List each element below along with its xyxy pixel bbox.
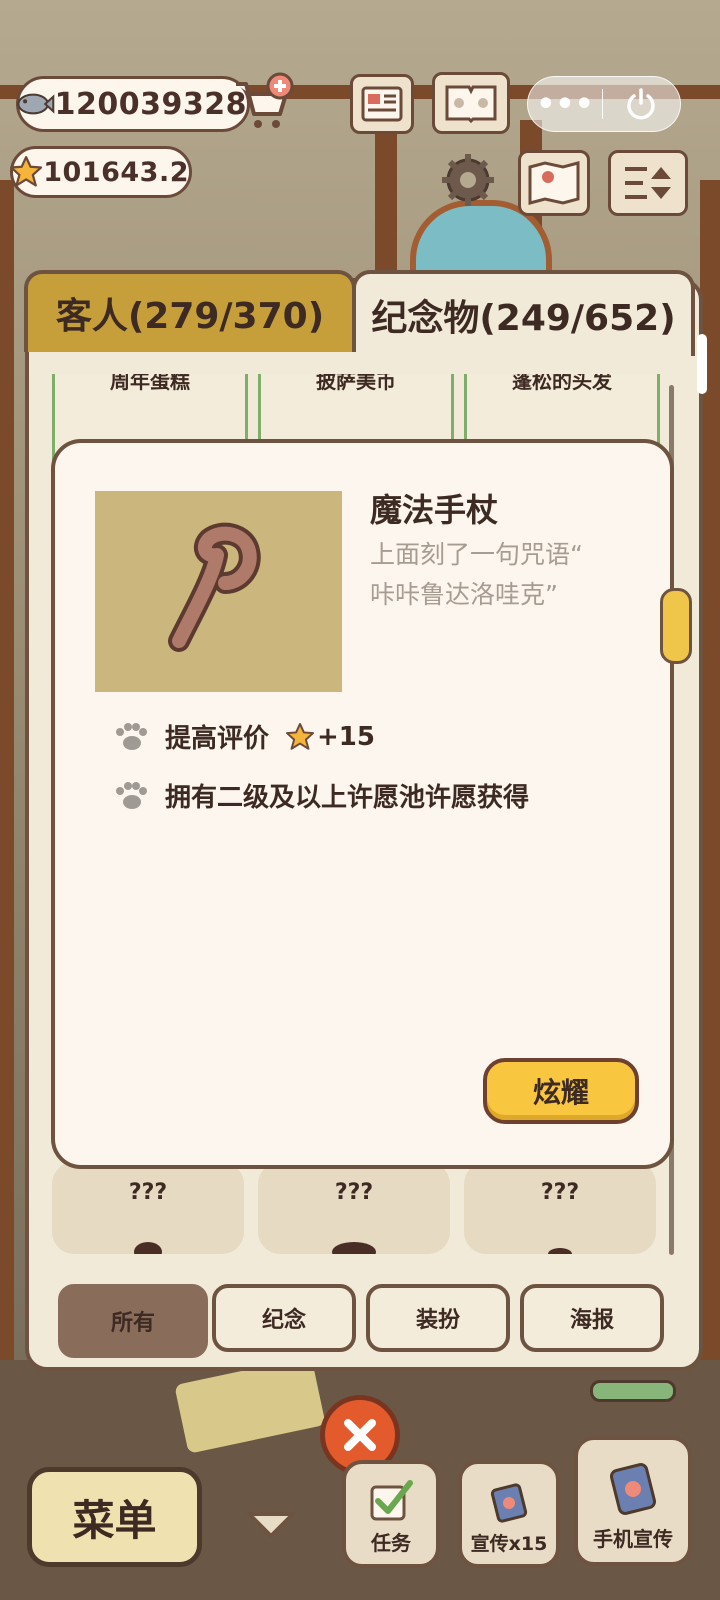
locked-souvenir-card[interactable]: ??? <box>258 1162 450 1254</box>
filter-costume-label: 装扮 <box>415 1308 460 1333</box>
promo-card-icon <box>490 1483 528 1523</box>
star-currency-pill: 101643.2 <box>10 146 192 198</box>
filter-costume[interactable]: 装扮 <box>366 1284 510 1352</box>
power-icon <box>627 88 655 120</box>
tasks-button[interactable]: 任务 <box>342 1460 440 1568</box>
filter-all[interactable]: 所有 <box>58 1284 208 1358</box>
newspaper-icon <box>361 86 403 122</box>
effect-rating-text: 提高评价 <box>165 724 270 754</box>
item-title: 魔法手杖 <box>370 491 499 529</box>
fish-amount: 120039328 <box>54 86 247 122</box>
promo-button[interactable]: 宣传x15 <box>458 1460 560 1568</box>
locked-card-label: ??? <box>128 1180 168 1205</box>
locked-card-label: ??? <box>334 1180 374 1205</box>
settings-button[interactable] <box>440 152 496 208</box>
effect-row-source: 拥有二级及以上许愿池许愿获得 <box>113 777 529 814</box>
promo-label: 宣传x15 <box>470 1533 548 1555</box>
locked-souvenir-card[interactable]: ??? <box>464 1162 656 1254</box>
guestbook-button[interactable] <box>432 72 510 134</box>
item-description: 上面刻了一句咒语“ 咔咔鲁达洛哇克” <box>370 535 660 615</box>
tab-guests[interactable]: 客人(279/370) <box>24 270 356 352</box>
effect-source-text: 拥有二级及以上许愿池许愿获得 <box>165 783 530 813</box>
filter-souvenir[interactable]: 纪念 <box>212 1284 356 1352</box>
fish-icon <box>17 93 55 115</box>
fish-currency-pill: 120039328 <box>16 76 250 132</box>
side-indicator <box>697 334 707 394</box>
tab-guests-label: 客人(279/370) <box>55 296 325 337</box>
map-icon <box>528 161 580 205</box>
phone-promo-label: 手机宣传 <box>593 1527 673 1551</box>
item-description-line: 上面刻了一句咒语“ <box>370 540 583 569</box>
phone-promo-button[interactable]: 手机宣传 <box>574 1436 692 1566</box>
star-icon <box>285 722 315 750</box>
miniprogram-capsule: ••• <box>527 76 681 132</box>
item-image <box>95 491 342 692</box>
star-icon <box>10 155 43 187</box>
side-drawer-handle[interactable] <box>660 588 692 664</box>
collapse-button[interactable] <box>245 1510 297 1540</box>
filter-all-label: 所有 <box>110 1311 155 1336</box>
grid-top-mask <box>30 352 670 374</box>
exit-button[interactable] <box>603 77 679 131</box>
tasks-label: 任务 <box>371 1531 411 1555</box>
checklist-icon <box>370 1480 413 1521</box>
tab-souvenirs-label: 纪念物(249/652) <box>371 298 676 339</box>
sort-button[interactable] <box>608 150 688 216</box>
shop-cart-button[interactable] <box>232 72 294 132</box>
close-icon <box>344 1419 376 1451</box>
gear-icon <box>442 154 494 206</box>
effect-row-rating: 提高评价 +15 <box>113 718 375 755</box>
show-off-label: 炫耀 <box>532 1076 589 1109</box>
sort-icon <box>625 167 671 199</box>
tab-souvenirs[interactable]: 纪念物(249/652) <box>352 270 695 356</box>
filter-souvenir-label: 纪念 <box>261 1308 306 1333</box>
locked-card-label: ??? <box>540 1180 580 1205</box>
more-dots-icon: ••• <box>536 86 594 122</box>
paw-icon <box>116 722 147 750</box>
silhouette-icon <box>134 1242 162 1254</box>
menu-label: 菜单 <box>72 1495 157 1545</box>
filter-poster[interactable]: 海报 <box>520 1284 664 1352</box>
chevron-down-icon <box>247 1512 295 1538</box>
map-button[interactable] <box>518 150 590 216</box>
more-options-button[interactable]: ••• <box>528 77 602 131</box>
star-amount: 101643.2 <box>43 156 189 188</box>
newspaper-button[interactable] <box>350 74 414 134</box>
filter-poster-label: 海报 <box>569 1308 614 1333</box>
paw-icon <box>116 781 147 809</box>
item-description-line: 咔咔鲁达洛哇克” <box>370 580 558 609</box>
locked-souvenir-card[interactable]: ??? <box>52 1162 244 1254</box>
silhouette-icon <box>332 1242 376 1254</box>
magic-staff-icon <box>168 522 261 652</box>
effect-rating-bonus: +15 <box>317 721 375 752</box>
show-off-button[interactable]: 炫耀 <box>483 1058 639 1124</box>
silhouette-icon <box>548 1248 572 1254</box>
souvenir-detail-card: 魔法手杖 上面刻了一句咒语“ 咔咔鲁达洛哇克” 提高评价 +15 拥有二级及以上… <box>51 439 674 1169</box>
cart-plus-icon <box>236 72 294 128</box>
menu-button[interactable]: 菜单 <box>27 1467 202 1567</box>
book-paw-icon <box>445 85 497 123</box>
phone-promo-icon <box>609 1463 657 1515</box>
